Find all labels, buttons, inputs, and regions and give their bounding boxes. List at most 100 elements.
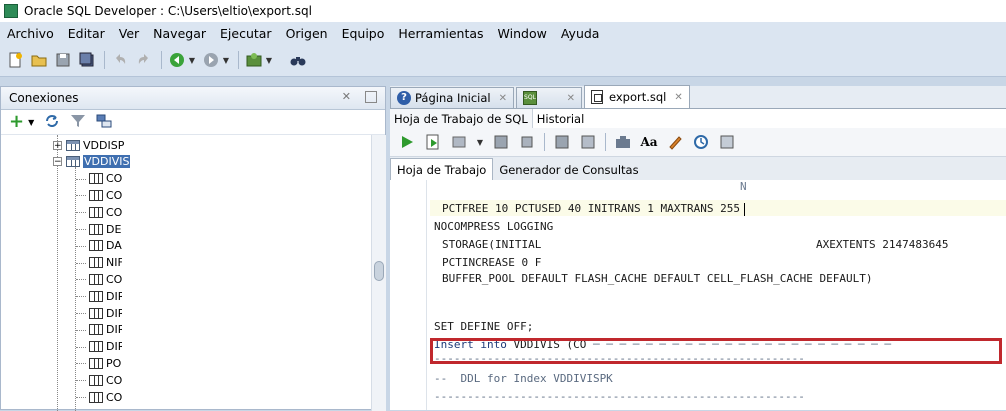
tree-scroll-thumb[interactable] (374, 261, 384, 281)
tree-node-column[interactable]: COI (89, 389, 122, 405)
menu-herramientas[interactable]: Herramientas (391, 26, 490, 41)
menu-origen[interactable]: Origen (279, 26, 335, 41)
back-dropdown-icon[interactable]: ▼ (188, 51, 196, 69)
menu-editar[interactable]: Editar (61, 26, 112, 41)
tab-worksheet[interactable]: Hoja de Trabajo (390, 158, 494, 180)
tree-node-label: CO (106, 205, 122, 219)
tree-node-label: COI (106, 373, 122, 387)
worksheet-toolbar: ▼ Aa (390, 128, 1006, 157)
tab-label: Página Inicial (415, 91, 491, 105)
expand-icon[interactable]: + (53, 140, 62, 150)
commit-icon[interactable] (450, 133, 468, 151)
column-icon (89, 391, 103, 403)
column-icon (89, 324, 103, 336)
code-line: PCTINCREASE 0 F (442, 256, 542, 269)
close-icon[interactable]: ✕ (674, 92, 682, 103)
refresh-icon[interactable] (44, 113, 60, 132)
format-icon[interactable]: Aa (640, 133, 658, 151)
tree-node-label: DIR (106, 340, 122, 354)
forward-dropdown-icon[interactable]: ▼ (222, 51, 230, 69)
sql-editor[interactable]: N PCTFREE 10 PCTUSED 40 INITRANS 1 MAXTR… (390, 180, 1006, 410)
comment-line: -- DDL for Index VDDIVISPK (434, 372, 613, 385)
menu-ejecutar[interactable]: Ejecutar (213, 26, 279, 41)
tree-node-column[interactable]: COI (89, 372, 122, 388)
table-icon (66, 139, 80, 151)
tree-node-table[interactable]: + VDDISP (53, 137, 124, 153)
save-all-icon[interactable] (78, 51, 96, 69)
history-icon[interactable] (692, 133, 710, 151)
menu-ver[interactable]: Ver (112, 26, 146, 41)
column-icon (89, 189, 103, 201)
menu-archivo[interactable]: Archivo (0, 26, 61, 41)
cancel-icon[interactable] (518, 133, 536, 151)
tree-node-column[interactable]: CO (89, 171, 122, 187)
tree-guide-line (76, 279, 86, 281)
tab-start-page[interactable]: ? Página Inicial ✕ (390, 87, 514, 108)
tree-scrollbar[interactable] (371, 135, 386, 411)
run-statement-icon[interactable] (398, 133, 416, 151)
menu-window[interactable]: Window (491, 26, 554, 41)
save-icon[interactable] (54, 51, 72, 69)
filter-icon[interactable] (70, 113, 86, 132)
sql-icon: SQL (522, 91, 537, 105)
open-folder-icon[interactable] (30, 51, 48, 69)
tab-history[interactable]: Historial (533, 109, 589, 129)
tree-node-column[interactable]: DIR (89, 339, 122, 355)
add-connection-icon[interactable]: + (9, 113, 24, 131)
run-script-icon[interactable] (424, 133, 442, 151)
tree-node-column[interactable]: DAI (89, 238, 122, 254)
editor-area: ? Página Inicial ✕ SQL ✕ export.sql ✕ Ho… (390, 85, 1006, 410)
menu-equipo[interactable]: Equipo (335, 26, 392, 41)
dbms-output-icon[interactable] (718, 133, 736, 151)
schema-browser-icon[interactable] (96, 113, 112, 132)
collapse-icon[interactable]: − (53, 157, 62, 167)
tree-guide-line (76, 313, 86, 314)
tree-node-column[interactable]: DES (89, 221, 122, 237)
tree-node-column[interactable]: CO (89, 187, 122, 203)
tree-node-label: CO (106, 272, 122, 286)
tree-node-column[interactable]: DIR (89, 288, 122, 304)
menu-navegar[interactable]: Navegar (146, 26, 213, 41)
tab-query-builder[interactable]: Generador de Consultas (493, 160, 644, 180)
sql-tuning-icon[interactable] (614, 133, 632, 151)
explain-plan-icon[interactable] (579, 133, 597, 151)
menu-ayuda[interactable]: Ayuda (554, 26, 607, 41)
new-file-icon[interactable] (6, 51, 24, 69)
add-dropdown-icon[interactable]: ▼ (28, 118, 34, 127)
forward-icon[interactable] (202, 51, 220, 69)
sql-worksheet-dropdown-icon[interactable]: ▼ (265, 51, 273, 69)
tab-export-sql[interactable]: export.sql ✕ (583, 85, 690, 108)
back-icon[interactable] (168, 51, 186, 69)
clear-icon[interactable] (666, 133, 684, 151)
worksheet-tabs: Hoja de Trabajo Generador de Consultas (390, 158, 1006, 181)
tree-node-label: CO (106, 188, 122, 202)
tree-node-column[interactable]: POE (89, 355, 122, 371)
tree-node-column[interactable]: DIR (89, 305, 122, 321)
tree-node-column[interactable]: CO (89, 204, 122, 220)
tree-node-label: POE (106, 356, 122, 370)
autotrace-icon[interactable] (553, 133, 571, 151)
redo-icon[interactable] (135, 51, 153, 69)
close-icon[interactable]: ✕ (567, 93, 575, 104)
binoculars-icon[interactable] (289, 51, 307, 69)
minimize-icon[interactable] (365, 91, 377, 103)
tree-node-label: DIR (106, 323, 122, 337)
commit-dropdown-icon[interactable]: ▼ (476, 133, 484, 151)
column-icon (89, 307, 103, 319)
sql-worksheet-icon[interactable] (245, 51, 263, 69)
tree-node-label: DIR (106, 289, 122, 303)
tree-guide-line (76, 262, 86, 264)
close-icon[interactable]: ✕ (342, 90, 351, 103)
tree-node-column[interactable]: NIF (89, 255, 122, 271)
undo-icon[interactable] (111, 51, 129, 69)
tree-node-table[interactable]: − VDDIVIS (53, 154, 131, 170)
close-icon[interactable]: ✕ (499, 93, 507, 104)
rollback-icon[interactable] (492, 133, 510, 151)
help-icon: ? (397, 91, 411, 105)
tab-sql-connection[interactable]: SQL ✕ (515, 87, 582, 108)
tab-sql-worksheet[interactable]: Hoja de Trabajo de SQL (390, 109, 533, 129)
tree-node-column[interactable]: DIR (89, 322, 122, 338)
tree-guide-line (76, 380, 86, 382)
tree-node-column[interactable]: CO (89, 271, 122, 287)
toolbar-separator (238, 51, 239, 69)
